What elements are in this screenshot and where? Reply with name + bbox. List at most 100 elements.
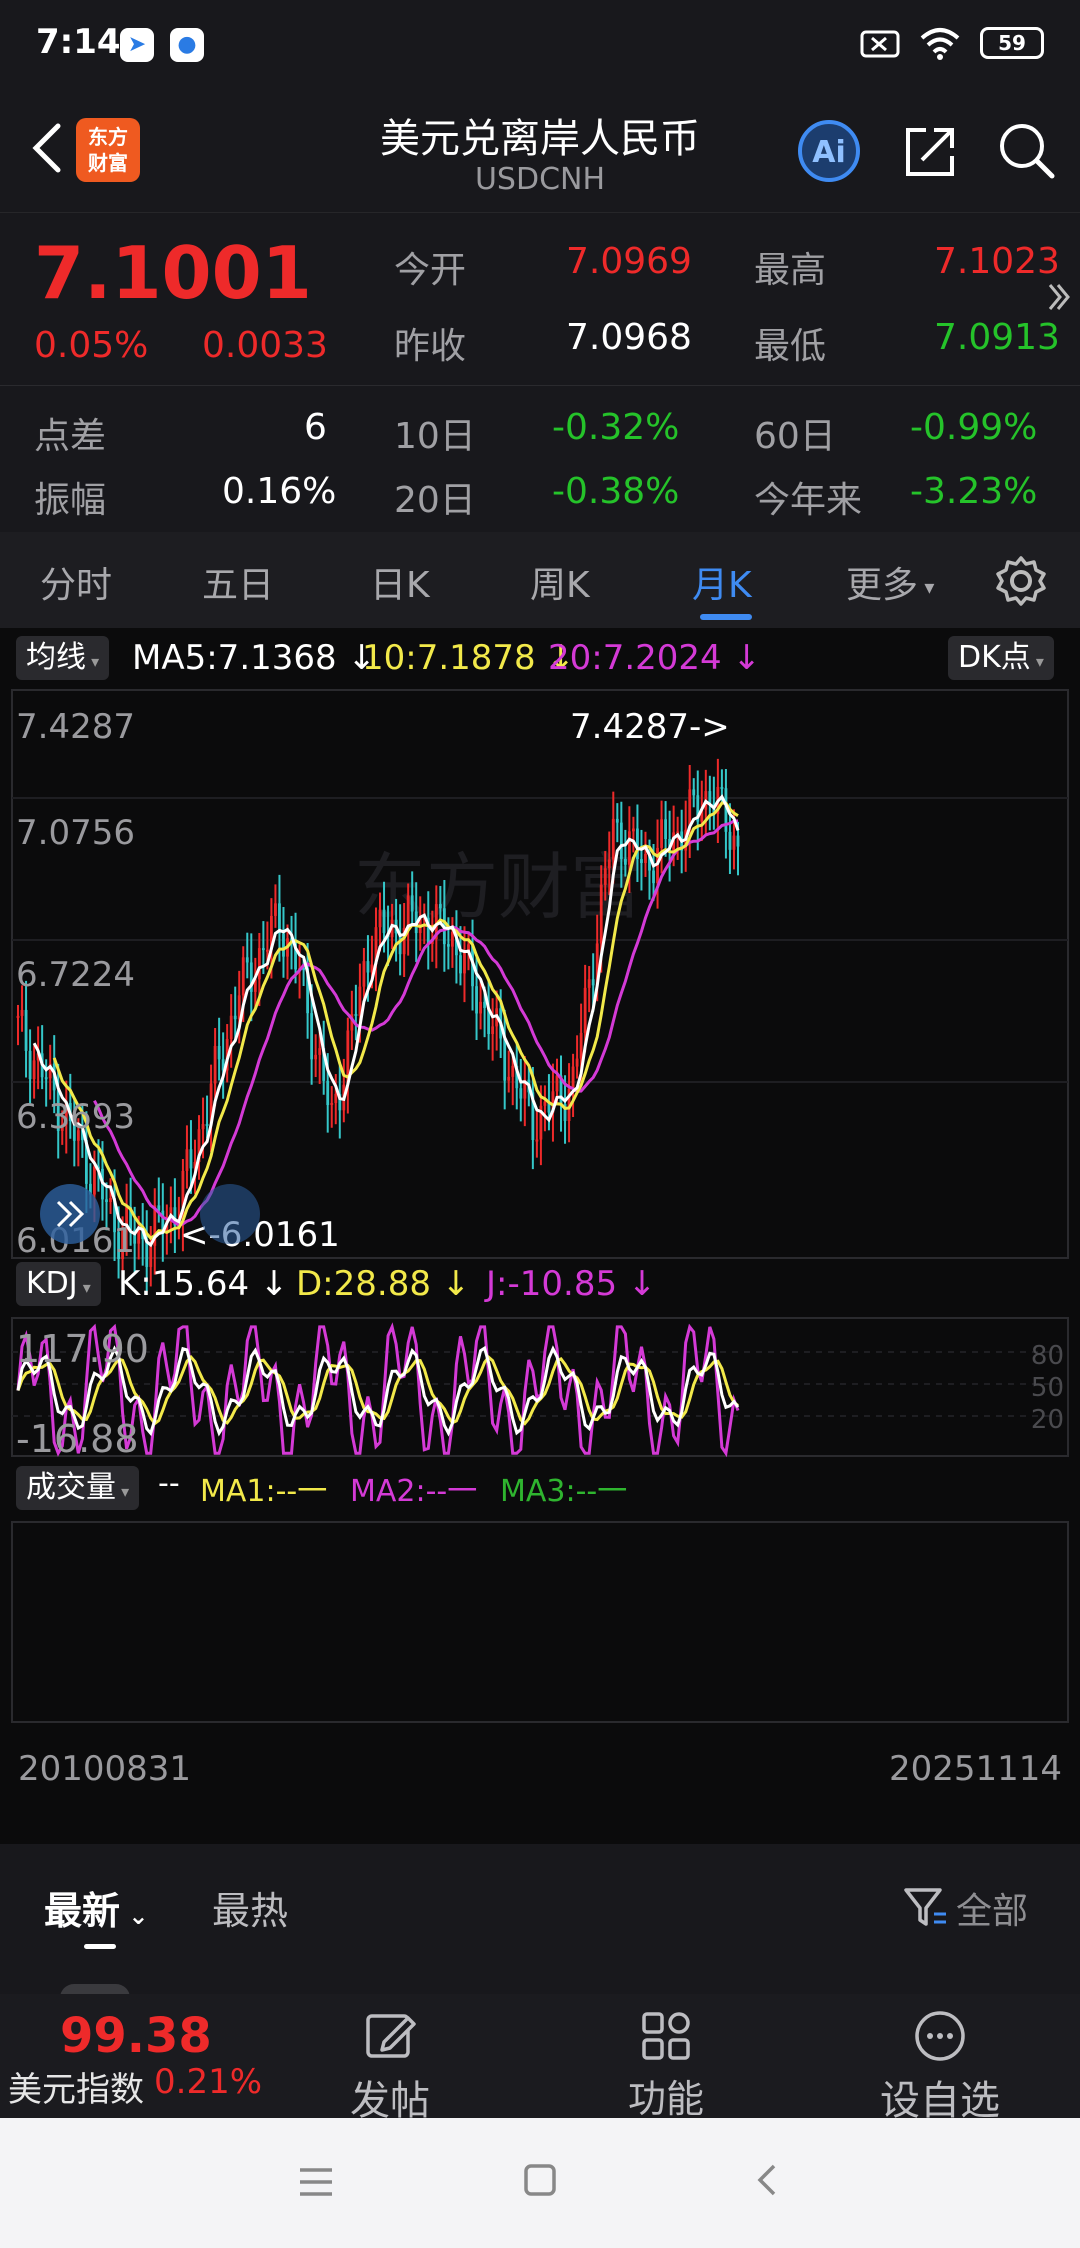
tab-daily-k[interactable]: 日K: [370, 556, 430, 608]
candle-body: [245, 957, 249, 963]
high-label: 最高: [754, 250, 827, 291]
y-label: 7.0756: [16, 813, 135, 853]
menu-icon[interactable]: [296, 2162, 336, 2202]
settings-gear-icon[interactable]: [994, 554, 1048, 608]
candle-body: [503, 1038, 507, 1081]
share-icon[interactable]: [898, 118, 964, 184]
quote-divider: [0, 385, 1080, 386]
tab-five-day[interactable]: 五日: [202, 556, 274, 608]
sim-off-icon: [860, 30, 900, 58]
candle-body: [603, 868, 607, 885]
tab-weekly-k[interactable]: 周K: [530, 556, 590, 608]
volume-button-label: 成交量: [26, 1470, 116, 1505]
candle-body: [257, 948, 261, 980]
kline-chart-area: 均线 ▾ MA5:7.1368 ↓ 10:7.1878 ↓ 20:7.2024 …: [0, 628, 1080, 1844]
edit-icon: [366, 2014, 416, 2058]
post-button[interactable]: 发帖: [300, 1994, 480, 2124]
kdj-level-label: 80: [1031, 1341, 1064, 1371]
more-dots-icon: [915, 2011, 965, 2061]
feed-tab-hot[interactable]: 最热: [212, 1880, 288, 1935]
candle-body: [627, 831, 631, 865]
ma10-value: 10:7.1878: [362, 638, 536, 678]
filter-icon[interactable]: [900, 1882, 950, 1932]
open-label: 今开: [394, 250, 467, 291]
candle-body: [334, 1093, 338, 1103]
candle-body: [205, 1124, 209, 1127]
candle-body: [511, 1065, 515, 1077]
feed-tab-indicator: [84, 1944, 116, 1949]
d10-label: 10日: [394, 416, 476, 457]
candle-body: [644, 853, 647, 863]
candle-body: [507, 1076, 511, 1081]
candle-body: [591, 979, 595, 986]
candle-body: [32, 1060, 36, 1080]
home-icon[interactable]: [520, 2160, 560, 2200]
ma20-value: 20:7.2024: [548, 638, 722, 678]
functions-button[interactable]: 功能: [576, 1994, 756, 2121]
max-price-marker: 7.4287->: [570, 707, 730, 747]
candle-body: [310, 1013, 314, 1060]
status-bar: 7:14 ➤ ● 59: [0, 0, 1080, 88]
candle-body: [213, 1045, 217, 1084]
indicator-kdj-selector[interactable]: KDJ ▾: [16, 1262, 101, 1306]
candle-body: [410, 895, 414, 912]
volume-ma1-legend: MA1:--一: [200, 1474, 328, 1509]
candle-body: [579, 1032, 583, 1059]
back-icon[interactable]: [748, 2160, 788, 2200]
low-value: 7.0913: [934, 317, 1060, 358]
candle-body: [692, 789, 696, 796]
candle-body: [575, 1058, 579, 1067]
candle-body: [543, 1101, 547, 1106]
zoom-button[interactable]: [200, 1184, 260, 1244]
y-label-max: 7.4287: [16, 707, 135, 747]
system-navigation-bar: [0, 2118, 1080, 2248]
candle-body: [241, 957, 245, 996]
candle-body: [632, 828, 635, 832]
candle-body: [463, 950, 466, 974]
candle-body: [446, 944, 450, 947]
candle-body: [265, 949, 269, 952]
candle-body: [185, 1149, 189, 1171]
feed-tab-latest[interactable]: 最新 ⌄: [44, 1880, 148, 1935]
add-watchlist-button[interactable]: 设自选: [850, 1994, 1030, 2124]
usd-index-widget[interactable]: 99.38 美元指数 0.21%: [0, 1994, 270, 2118]
expand-chevron-icon[interactable]: [1046, 277, 1070, 317]
indicator-volume-selector[interactable]: 成交量 ▾: [16, 1466, 140, 1510]
candle-body: [24, 1009, 28, 1051]
prev-close-label: 昨收: [394, 326, 467, 367]
d20-label: 20日: [394, 480, 476, 521]
tab-more[interactable]: 更多 ▾: [846, 556, 934, 608]
ma-selector-button[interactable]: 均线 ▾: [16, 636, 110, 680]
candle-body: [282, 933, 285, 957]
candle-body: [459, 955, 462, 974]
candle-body: [438, 904, 442, 909]
candle-body: [318, 1048, 322, 1055]
tab-monthly-k[interactable]: 月K: [692, 556, 752, 608]
tab-intraday[interactable]: 分时: [40, 556, 112, 608]
tab-more-label: 更多: [846, 565, 919, 606]
down-arrow-icon: ↓: [430, 1264, 471, 1304]
filter-all-label[interactable]: 全部: [956, 1882, 1028, 1934]
ai-icon[interactable]: Ai: [796, 118, 862, 184]
candle-body: [201, 1124, 205, 1130]
kdj-k-legend: K:15.64 ↓: [118, 1264, 288, 1304]
candle-body: [109, 1198, 112, 1202]
dk-point-button[interactable]: DK点 ▾: [948, 636, 1054, 680]
ma-button-label: 均线: [26, 640, 86, 675]
candle-body: [314, 1054, 318, 1060]
search-icon[interactable]: [994, 118, 1060, 184]
candle-body: [378, 909, 382, 928]
candle-body: [451, 931, 454, 947]
date-start-label: 20100831: [18, 1749, 191, 1789]
kdj-d-legend: D:28.88 ↓: [296, 1264, 470, 1304]
dropdown-arrow-icon: ▾: [77, 1278, 91, 1297]
open-value: 7.0969: [566, 241, 692, 282]
candle-body: [362, 961, 366, 987]
grid-apps-icon: [642, 2012, 690, 2060]
kdj-j-legend: J:-10.85 ↓: [486, 1264, 656, 1304]
y-label: 6.3693: [16, 1097, 135, 1137]
ytd-value: -3.23%: [910, 471, 1038, 512]
d60-value: -0.99%: [910, 407, 1038, 448]
period-tabs: 分时 五日 日K 周K 月K 更多 ▾: [0, 532, 1080, 628]
d60-label: 60日: [754, 416, 836, 457]
